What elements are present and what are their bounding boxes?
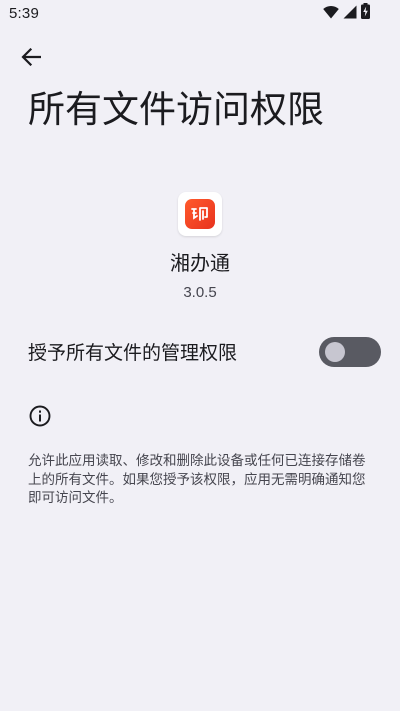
app-logo xyxy=(185,199,215,229)
permission-label: 授予所有文件的管理权限 xyxy=(28,342,238,364)
app-name: 湘办通 xyxy=(170,251,230,275)
status-icons xyxy=(323,3,370,23)
status-bar: 5:39 xyxy=(0,0,400,28)
back-button[interactable] xyxy=(14,44,48,74)
switch-knob xyxy=(325,342,345,362)
permission-description: 允许此应用读取、修改和删除此设备或任何已连接存储卷上的所有文件。如果您授予该权限… xyxy=(28,453,366,506)
arrow-left-icon xyxy=(21,47,42,70)
wifi-icon xyxy=(323,4,339,23)
app-version: 3.0.5 xyxy=(183,284,217,301)
cellular-signal-icon xyxy=(343,4,357,23)
battery-charging-icon xyxy=(361,3,370,23)
permission-switch[interactable] xyxy=(319,337,381,367)
page-title: 所有文件访问权限 xyxy=(28,88,324,131)
status-time: 5:39 xyxy=(9,5,39,22)
app-icon xyxy=(178,192,222,236)
permission-toggle-row[interactable]: 授予所有文件的管理权限 xyxy=(0,330,400,376)
info-icon xyxy=(28,404,52,428)
